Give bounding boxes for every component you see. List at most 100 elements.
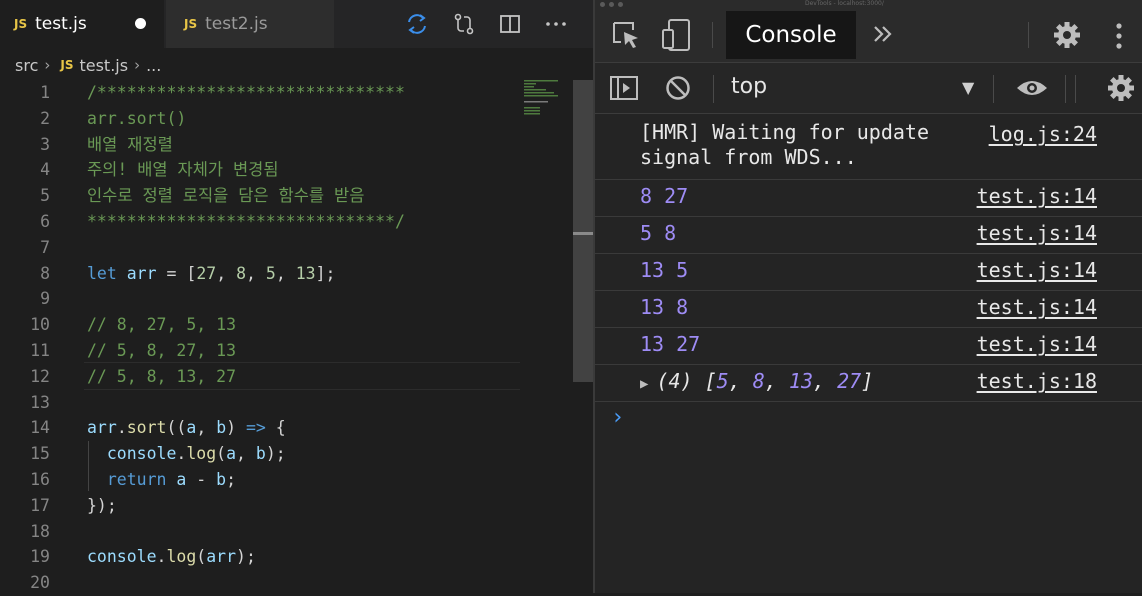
code-line[interactable]: 6 *******************************/ (0, 209, 570, 235)
clear-console-icon[interactable] (665, 75, 691, 101)
toolbar-separator (712, 22, 713, 48)
line-number: 3 (40, 134, 50, 154)
dropdown-arrow-icon[interactable]: ▼ (962, 78, 974, 97)
device-toolbar-icon[interactable] (661, 18, 693, 52)
inspect-element-icon[interactable] (611, 20, 641, 50)
maximize-window-icon[interactable] (618, 2, 623, 7)
code-line[interactable]: 15 console.log(a, b); (0, 441, 570, 467)
console-filter-bar: top ▼ (595, 63, 1142, 114)
code-text: arr.sort((a, b) => { (87, 418, 286, 438)
message-text: 8 27 (640, 184, 689, 208)
code-line[interactable]: 19 console.log(arr); (0, 544, 570, 570)
toolbar-separator (1065, 75, 1066, 103)
console-message: ▶ (4) [5, 8, 13, 27] test.js:18 (595, 365, 1142, 402)
message-source-link[interactable]: log.js:24 (989, 122, 1097, 146)
message-source-link[interactable]: test.js:14 (977, 295, 1097, 319)
js-file-icon: JS (14, 17, 28, 31)
code-text: return a - b; (106, 470, 237, 489)
minimize-window-icon[interactable] (609, 2, 614, 7)
code-line[interactable]: 12 // 5, 8, 13, 27 (0, 364, 570, 390)
array-value: 27 (837, 369, 862, 393)
message-text: 13 5 (640, 258, 689, 282)
unsaved-dot-icon[interactable] (135, 18, 146, 29)
code-text: console.log(arr); (87, 547, 256, 567)
breadcrumb-folder[interactable]: src (15, 56, 38, 75)
line-number: 16 (30, 470, 50, 489)
code-text: // 8, 27, 5, 13 (87, 315, 237, 335)
code-area[interactable]: 1 /******************************* 2 arr.so… (0, 79, 570, 593)
code-text: /******************************* (87, 83, 405, 102)
message-source-link[interactable]: test.js:14 (977, 332, 1097, 356)
code-line[interactable]: 7 (0, 235, 570, 261)
line-number: 14 (30, 418, 50, 438)
close-window-icon[interactable] (600, 2, 605, 7)
kebab-menu-icon[interactable] (1115, 22, 1123, 50)
array-value: 5 (716, 369, 729, 393)
message-text: [HMR] Waiting for update signal from WDS… (640, 120, 929, 169)
more-actions-icon[interactable] (544, 12, 568, 36)
tab-test2-js[interactable]: JS test2.js (166, 0, 334, 48)
code-line[interactable]: 16 return a - b; (0, 467, 570, 493)
line-number: 13 (30, 392, 50, 412)
array-suffix: ] (861, 369, 874, 393)
code-line[interactable]: 3 배열 재정렬 (0, 132, 570, 158)
code-editor: JS test.js JS test2.js src › JS test.js … (0, 0, 593, 593)
console-message: 13 8 test.js:14 (595, 291, 1142, 328)
code-text: 주의! 배열 자체가 변경됨 (87, 160, 279, 180)
compare-changes-icon[interactable] (452, 12, 476, 36)
line-number: 4 (40, 160, 50, 180)
code-line[interactable]: 4 주의! 배열 자체가 변경됨 (0, 157, 570, 183)
code-line[interactable]: 18 (0, 519, 570, 545)
code-line[interactable]: 10 // 8, 27, 5, 13 (0, 312, 570, 338)
more-tabs-icon[interactable] (873, 25, 893, 43)
message-text: 13 27 (640, 332, 701, 356)
message-source-link[interactable]: test.js:14 (977, 184, 1097, 208)
eye-icon[interactable] (1015, 77, 1049, 99)
console-settings-gear-icon[interactable] (1106, 73, 1136, 103)
scrollbar-marker (573, 232, 593, 235)
code-line[interactable]: 11 // 5, 8, 27, 13 (0, 338, 570, 364)
code-line[interactable]: 20 (0, 570, 570, 596)
message-source-link[interactable]: test.js:14 (977, 221, 1097, 245)
console-prompt[interactable]: › (611, 405, 624, 430)
devtools-toolbar: Console (595, 8, 1142, 63)
code-line[interactable]: 5 인수로 정렬 로직을 담은 함수를 받음 (0, 183, 570, 209)
code-text: }); (87, 495, 117, 515)
console-message: 5 8 test.js:14 (595, 217, 1142, 254)
show-sidebar-icon[interactable] (609, 75, 639, 101)
message-text: 13 8 (640, 295, 689, 319)
sync-changes-icon[interactable] (405, 12, 429, 36)
console-message: 13 5 test.js:14 (595, 254, 1142, 291)
code-text: console.log(a, b); (106, 444, 286, 464)
code-text: let arr = [27, 8, 5, 13]; (87, 263, 336, 283)
array-log-entry[interactable]: ▶ (4) [5, 8, 13, 27] (640, 369, 873, 393)
minimap[interactable] (524, 80, 570, 120)
line-number: 9 (40, 289, 50, 309)
code-line[interactable]: 17}); (0, 493, 570, 519)
breadcrumb-file[interactable]: test.js (79, 56, 128, 75)
line-number: 5 (40, 186, 50, 206)
gear-icon[interactable] (1052, 20, 1082, 50)
editor-scrollbar[interactable] (573, 80, 593, 382)
code-line[interactable]: 2 arr.sort() (0, 106, 570, 132)
code-line[interactable]: 13 (0, 390, 570, 416)
context-selector[interactable]: top (731, 74, 767, 99)
message-source-link[interactable]: test.js:14 (977, 258, 1097, 282)
tab-test-js[interactable]: JS test.js (0, 0, 164, 48)
line-number: 20 (30, 573, 50, 593)
line-number: 1 (40, 83, 50, 102)
console-message: [HMR] Waiting for update signal from WDS… (595, 114, 1142, 180)
js-file-icon: JS (60, 58, 74, 72)
line-number: 6 (40, 212, 50, 231)
code-line[interactable]: 14 arr.sort((a, b) => { (0, 415, 570, 441)
tab-console[interactable]: Console (726, 11, 856, 59)
message-source-link[interactable]: test.js:18 (977, 369, 1097, 393)
code-line[interactable]: 9 (0, 286, 570, 312)
split-editor-icon[interactable] (498, 12, 522, 36)
console-message: 13 27 test.js:14 (595, 328, 1142, 365)
line-number: 17 (30, 495, 50, 515)
code-line[interactable]: 1 /******************************* (0, 80, 570, 106)
code-line[interactable]: 8 let arr = [27, 8, 5, 13]; (0, 261, 570, 287)
expand-triangle-icon[interactable]: ▶ (640, 376, 648, 392)
breadcrumb-symbol[interactable]: ... (146, 56, 161, 75)
